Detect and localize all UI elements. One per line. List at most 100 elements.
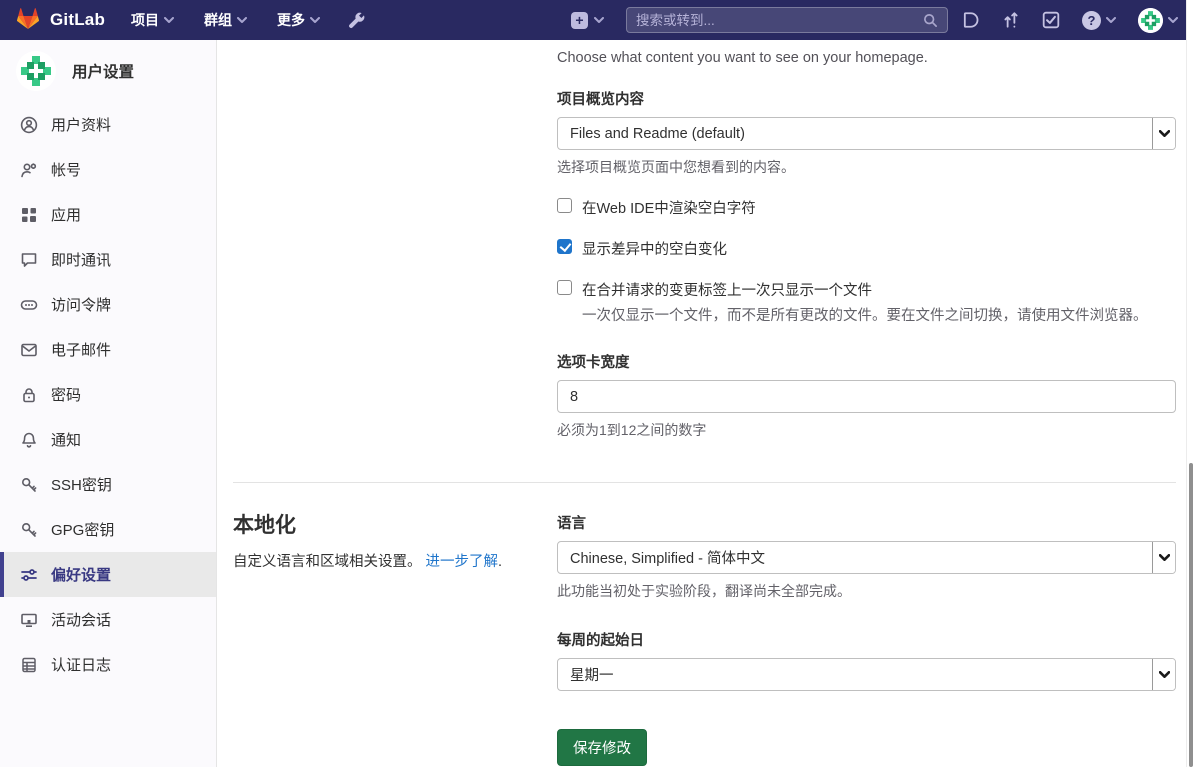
gpg-key-icon	[20, 521, 38, 539]
language-hint: 此功能当初处于实验阶段，翻译尚未全部完成。	[557, 581, 1176, 601]
tab-width-input[interactable]	[557, 380, 1176, 413]
navbar-icon-group: ?	[962, 8, 1190, 33]
preferences-icon	[20, 566, 38, 584]
sidebar-item-label: 偏好设置	[51, 564, 111, 585]
sidebar-item-label: 应用	[51, 204, 81, 225]
global-search[interactable]	[626, 7, 948, 33]
sidebar-item-label: 即时通讯	[51, 249, 111, 270]
localization-title: 本地化	[233, 509, 557, 539]
sidebar-item-password[interactable]: 密码	[0, 372, 216, 417]
search-input[interactable]	[636, 13, 923, 28]
show-whitespace-diff-checkbox[interactable]	[557, 239, 572, 254]
avatar	[1138, 8, 1163, 33]
email-icon	[20, 341, 38, 359]
help-dropdown[interactable]: ?	[1082, 11, 1116, 30]
save-changes-button[interactable]: 保存修改	[557, 729, 647, 766]
user-menu[interactable]	[1138, 8, 1178, 33]
sidebar-item-chat[interactable]: 即时通讯	[0, 237, 216, 282]
project-overview-label: 项目概览内容	[557, 88, 1176, 109]
language-label: 语言	[557, 512, 1176, 533]
tab-width-hint: 必须为1到12之间的数字	[557, 420, 1176, 440]
behavior-section: Choose what content you want to see on y…	[233, 40, 1176, 440]
sidebar-item-label: 帐号	[51, 159, 81, 180]
sidebar-header: 用户设置	[0, 40, 216, 100]
preferences-content: Choose what content you want to see on y…	[217, 40, 1196, 767]
one-file-at-a-time-hint: 一次仅显示一个文件，而不是所有更改的文件。要在文件之间切换，请使用文件浏览器。	[582, 304, 1176, 325]
project-overview-select[interactable]: Files and Readme (default)	[557, 117, 1176, 150]
first-day-value: 星期一	[558, 659, 1152, 690]
settings-sidebar: 用户设置 用户资料 帐号	[0, 40, 217, 767]
sidebar-item-account[interactable]: 帐号	[0, 147, 216, 192]
merge-request-icon[interactable]	[1002, 11, 1020, 29]
navbar-menu: 项目 群组 更多	[131, 10, 320, 30]
menu-more-label: 更多	[277, 10, 305, 30]
gitlab-home-link[interactable]: GitLab	[16, 7, 105, 34]
learn-more-link[interactable]: 进一步了解	[426, 554, 499, 570]
sidebar-item-ssh-keys[interactable]: SSH密钥	[0, 462, 216, 507]
applications-icon	[20, 206, 38, 224]
project-overview-value: Files and Readme (default)	[558, 118, 1152, 149]
ssh-key-icon	[20, 476, 38, 494]
menu-projects-label: 项目	[131, 10, 159, 30]
sidebar-item-label: 访问令牌	[51, 294, 111, 315]
auth-log-icon	[20, 656, 38, 674]
gitlab-app: GitLab 项目 群组 更多 +	[0, 0, 1196, 767]
new-item-dropdown[interactable]: +	[571, 12, 604, 29]
checkbox-row-one-file-at-a-time: 在合并请求的变更标签上一次只显示一个文件	[557, 279, 1176, 300]
sidebar-item-preferences[interactable]: 偏好设置	[0, 552, 216, 597]
help-icon: ?	[1082, 11, 1101, 30]
gitlab-logo-icon	[16, 7, 40, 34]
avatar	[16, 51, 56, 91]
menu-groups-label: 群组	[204, 10, 232, 30]
checkbox-row-render-whitespace: 在Web IDE中渲染空白字符	[557, 197, 1176, 218]
checkbox-label[interactable]: 在合并请求的变更标签上一次只显示一个文件	[582, 279, 872, 300]
first-day-label: 每周的起始日	[557, 629, 1176, 650]
sidebar-item-gpg-keys[interactable]: GPG密钥	[0, 507, 216, 552]
admin-wrench-icon[interactable]	[348, 12, 365, 29]
menu-groups[interactable]: 群组	[204, 10, 247, 30]
issues-icon[interactable]	[962, 11, 980, 29]
sidebar-item-applications[interactable]: 应用	[0, 192, 216, 237]
chevron-down-icon	[164, 17, 174, 23]
chevron-down-icon	[1168, 17, 1178, 23]
period: .	[498, 554, 502, 570]
chevron-down-icon	[1152, 118, 1175, 149]
plus-icon: +	[571, 12, 588, 29]
render-whitespace-checkbox[interactable]	[557, 198, 572, 213]
project-overview-hint: 选择项目概览页面中您想看到的内容。	[557, 157, 1176, 177]
checkbox-row-show-whitespace-diff: 显示差异中的空白变化	[557, 238, 1176, 259]
notifications-icon	[20, 431, 38, 449]
sidebar-item-label: SSH密钥	[51, 474, 112, 495]
chat-icon	[20, 251, 38, 269]
profile-icon	[20, 116, 38, 134]
sidebar-item-auth-log[interactable]: 认证日志	[0, 642, 216, 687]
page-scrollbar-track[interactable]	[1186, 0, 1196, 767]
localization-section: 本地化 自定义语言和区域相关设置。 进一步了解. 语言 Chinese, Sim…	[233, 483, 1176, 766]
first-day-select[interactable]: 星期一	[557, 658, 1176, 691]
sidebar-item-notifications[interactable]: 通知	[0, 417, 216, 462]
sidebar-item-label: 活动会话	[51, 609, 111, 630]
checkbox-label[interactable]: 在Web IDE中渲染空白字符	[582, 197, 756, 218]
sidebar-item-label: 用户资料	[51, 114, 111, 135]
chevron-down-icon	[594, 17, 604, 23]
chevron-down-icon	[237, 17, 247, 23]
sidebar-item-emails[interactable]: 电子邮件	[0, 327, 216, 372]
sidebar-item-profile[interactable]: 用户资料	[0, 102, 216, 147]
page-scrollbar-thumb[interactable]	[1189, 463, 1193, 767]
sidebar-item-active-sessions[interactable]: 活动会话	[0, 597, 216, 642]
language-value: Chinese, Simplified - 简体中文	[558, 542, 1152, 573]
language-select[interactable]: Chinese, Simplified - 简体中文	[557, 541, 1176, 574]
menu-projects[interactable]: 项目	[131, 10, 174, 30]
password-icon	[20, 386, 38, 404]
localization-description: 自定义语言和区域相关设置。 进一步了解.	[233, 550, 557, 571]
chevron-down-icon	[1152, 659, 1175, 690]
menu-more[interactable]: 更多	[277, 10, 320, 30]
chevron-down-icon	[1106, 17, 1116, 23]
checkbox-label[interactable]: 显示差异中的空白变化	[582, 238, 727, 259]
one-file-at-a-time-checkbox[interactable]	[557, 280, 572, 295]
sidebar-title: 用户设置	[72, 60, 134, 82]
search-icon	[923, 13, 938, 28]
todo-icon[interactable]	[1042, 11, 1060, 29]
sidebar-nav: 用户资料 帐号 应用	[0, 102, 216, 687]
sidebar-item-access-tokens[interactable]: 访问令牌	[0, 282, 216, 327]
